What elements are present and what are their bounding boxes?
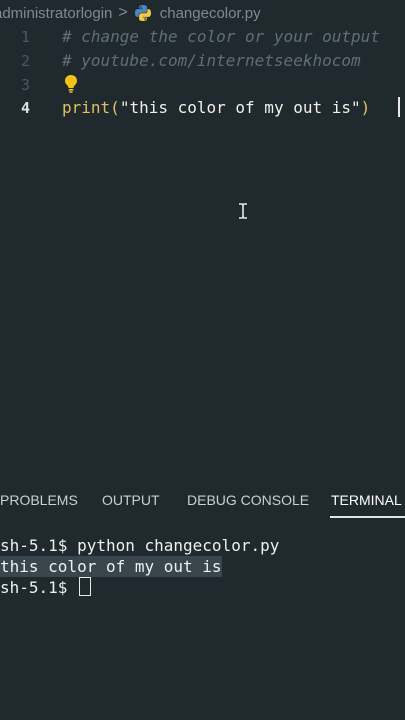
text-cursor-icon	[239, 203, 247, 219]
code-editor[interactable]: 1 # change the color or your output 2 # …	[0, 26, 405, 480]
python-file-icon	[134, 5, 151, 21]
lightbulb-icon[interactable]	[64, 74, 78, 94]
code-paren: )	[360, 98, 371, 117]
code-paren: (	[110, 98, 120, 117]
tab-output[interactable]: OUTPUT	[102, 492, 160, 508]
terminal[interactable]: sh-5.1$ python changecolor.py this color…	[0, 518, 405, 720]
terminal-prompt-line: sh-5.1$	[0, 577, 92, 598]
line-number: 2	[20, 52, 30, 70]
terminal-command-line: sh-5.1$ python changecolor.py	[0, 536, 280, 555]
code-comment: # change the color or your output	[62, 27, 380, 46]
code-comment: # youtube.com/internetseekhocom	[62, 51, 361, 70]
breadcrumb-separator: >	[118, 4, 128, 21]
terminal-output: this color of my out is	[0, 556, 222, 577]
tab-debug-console[interactable]: DEBUG CONSOLE	[187, 492, 309, 508]
code-line: 3	[0, 74, 405, 96]
panel-tabs: PROBLEMS OUTPUT DEBUG CONSOLE TERMINAL	[0, 480, 405, 518]
terminal-prompt: sh-5.1$	[0, 578, 68, 597]
code-function: print	[62, 98, 111, 117]
line-number: 4	[20, 99, 30, 117]
breadcrumb-file[interactable]: changecolor.py	[160, 5, 261, 22]
terminal-cursor	[79, 577, 92, 596]
text-caret	[398, 97, 400, 117]
code-string: "this color of my out is"	[119, 98, 361, 117]
tab-terminal[interactable]: TERMINAL	[331, 492, 402, 508]
code-line: 1 # change the color or your output	[0, 26, 405, 48]
line-number: 3	[20, 76, 30, 94]
code-line: 2 # youtube.com/internetseekhocom	[0, 50, 405, 72]
tab-problems[interactable]: PROBLEMS	[0, 492, 78, 508]
breadcrumb: administratorlogin > changecolor.py	[0, 0, 405, 26]
code-line-active: 4 print("this color of my out is")	[0, 97, 405, 119]
breadcrumb-folder[interactable]: administratorlogin	[0, 5, 112, 22]
line-number: 1	[20, 28, 30, 46]
